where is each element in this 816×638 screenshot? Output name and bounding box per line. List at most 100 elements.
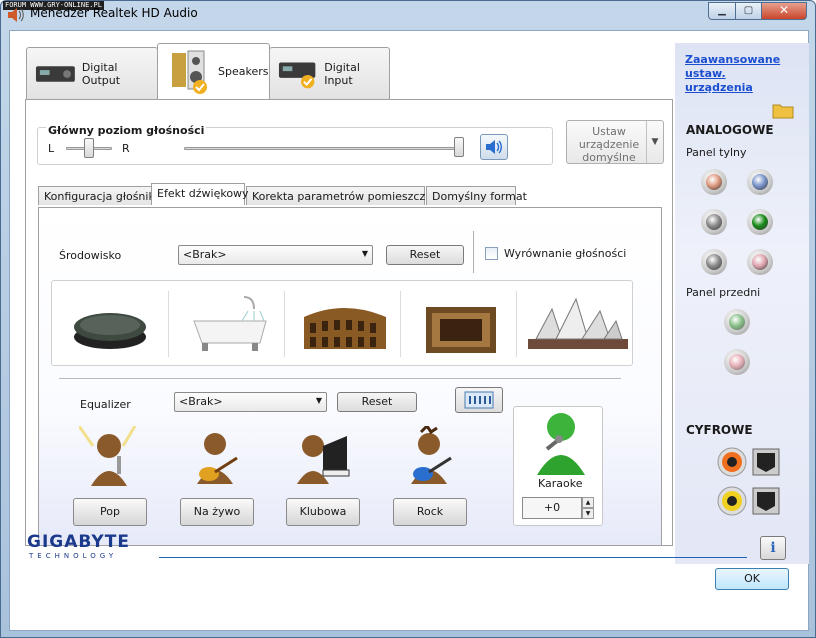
rock-guitarist-icon <box>411 426 452 484</box>
front-panel-label: Panel przedni <box>686 286 761 299</box>
env-preset-opera-house[interactable] <box>522 287 632 359</box>
divider <box>159 557 747 558</box>
rear-jack-orange[interactable] <box>701 169 727 195</box>
divider <box>473 231 474 273</box>
minimize-button[interactable]: ▁ <box>708 2 736 20</box>
stone-icon <box>74 313 146 349</box>
advanced-settings-link[interactable]: Zaawansowane ustaw. urządzenia <box>685 53 795 95</box>
divider <box>59 378 621 379</box>
rear-jack-gray[interactable] <box>701 209 727 235</box>
ok-button[interactable]: OK <box>715 568 789 590</box>
environment-reset-button[interactable]: Reset <box>386 245 464 265</box>
info-button[interactable]: i <box>760 536 786 560</box>
tab-speakers[interactable]: Speakers <box>157 43 270 99</box>
loudness-checkbox[interactable] <box>485 247 498 260</box>
tab-sound-effect[interactable]: Efekt dźwiękowy <box>151 183 249 205</box>
maximize-button[interactable]: ▢ <box>735 2 762 20</box>
eq-preset-club-button[interactable]: Klubowa <box>286 498 360 526</box>
eq-preset-pop-button[interactable]: Pop <box>73 498 147 526</box>
karaoke-group: Karaoke +0 ▲ ▼ <box>513 406 603 526</box>
front-jack-pink[interactable] <box>724 349 750 375</box>
tab-digital-output-label: Digital Output <box>81 60 121 87</box>
tab-digital-output[interactable]: Digital Output <box>26 47 158 99</box>
opera-house-icon <box>528 297 628 349</box>
rear-jack-blue[interactable] <box>747 169 773 195</box>
karaoke-singer-icon <box>537 413 585 475</box>
pop-singer-icon <box>79 426 137 486</box>
speakers-device-icon <box>172 50 207 94</box>
rear-jack-pink[interactable] <box>747 249 773 275</box>
environment-select[interactable]: <Brak> ▼ <box>178 245 373 265</box>
spin-down-icon[interactable]: ▼ <box>582 508 594 519</box>
front-jack-green[interactable] <box>724 309 750 335</box>
eq-preset-live-button[interactable]: Na żywo <box>180 498 254 526</box>
eq-preset-rock-button[interactable]: Rock <box>393 498 467 526</box>
divider <box>400 291 401 357</box>
analog-heading: ANALOGOWE <box>686 123 774 137</box>
loudness-label: Wyrównanie głośności <box>504 247 627 260</box>
speaker-icon <box>486 140 502 154</box>
tab-digital-input[interactable]: Digital Input <box>269 47 390 99</box>
tab-default-format[interactable]: Domyślny format <box>426 186 527 205</box>
master-volume-group: Główny poziom głośności L R Ustaw urządz… <box>37 120 664 165</box>
tab-digital-input-label: Digital Input <box>324 60 360 87</box>
chevron-down-icon[interactable]: ▼ <box>646 121 663 163</box>
brand-name: GIGABYTE <box>27 532 130 552</box>
tab-room-correction[interactable]: Korekta parametrów pomieszczenia <box>246 186 449 205</box>
gigabyte-logo: GIGABYTE TECHNOLOGY <box>27 532 130 560</box>
mute-button[interactable] <box>480 134 508 160</box>
coaxial-orange-icon[interactable] <box>717 447 747 477</box>
divider <box>516 291 517 357</box>
digital-output-device-icon <box>35 65 75 82</box>
close-button[interactable]: ✕ <box>761 2 807 20</box>
set-default-device-label: Ustaw urządzenie domyślne <box>578 125 640 164</box>
env-preset-bathroom[interactable] <box>174 287 284 359</box>
folder-icon[interactable] <box>772 101 794 119</box>
connector-panel: Zaawansowane ustaw. urządzenia ANALOGOWE… <box>675 43 809 564</box>
equalizer-select[interactable]: <Brak> ▼ <box>174 392 327 412</box>
karaoke-value-input[interactable]: +0 <box>522 497 582 519</box>
divider <box>284 291 285 357</box>
master-volume-title: Główny poziom głośności <box>46 124 207 137</box>
balance-right-label: R <box>122 142 130 155</box>
divider <box>168 291 169 357</box>
balance-slider[interactable] <box>84 138 94 158</box>
chevron-down-icon: ▼ <box>361 249 368 258</box>
env-preset-arena[interactable] <box>406 287 516 359</box>
balance-left-label: L <box>48 142 55 155</box>
window-title: Menedżer Realtek HD Audio <box>30 6 198 20</box>
tab-speaker-config[interactable]: Konfiguracja głośnika <box>38 186 161 205</box>
coaxial-yellow-icon[interactable] <box>717 486 747 516</box>
rear-jack-gray-2[interactable] <box>701 249 727 275</box>
rear-jack-green[interactable] <box>747 209 773 235</box>
digital-heading: CYFROWE <box>686 423 753 437</box>
app-window: FORUM WWW.GRY-ONLINE.PL Menedżer Realtek… <box>0 0 816 638</box>
brand-subtitle: TECHNOLOGY <box>29 552 118 560</box>
arena-icon <box>426 307 496 353</box>
speaker-app-icon <box>8 8 24 22</box>
speakers-panel: Główny poziom głośności L R Ustaw urządz… <box>25 99 673 546</box>
karaoke-label: Karaoke <box>538 477 583 490</box>
environment-presets <box>51 280 633 366</box>
env-preset-colosseum[interactable] <box>290 287 400 359</box>
equalizer-label: Equalizer <box>80 398 131 411</box>
digital-input-device-icon <box>278 62 316 88</box>
colosseum-icon <box>304 308 386 349</box>
spin-up-icon[interactable]: ▲ <box>582 497 594 508</box>
graphic-eq-button[interactable] <box>455 387 503 413</box>
optical-port-icon[interactable] <box>752 487 780 515</box>
environment-value: <Brak> <box>183 248 227 261</box>
equalizer-icon <box>464 391 494 409</box>
env-preset-stone[interactable] <box>58 287 168 359</box>
environment-label: Środowisko <box>59 249 122 262</box>
sound-effect-panel: Środowisko <Brak> ▼ Reset Wyrównanie głoś… <box>38 207 662 546</box>
equalizer-value: <Brak> <box>179 395 223 408</box>
bathtub-icon <box>193 296 267 351</box>
rear-panel-label: Panel tylny <box>686 146 747 159</box>
set-default-device-button[interactable]: Ustaw urządzenie domyślne ▼ <box>566 120 664 164</box>
volume-track <box>184 147 464 150</box>
volume-slider[interactable] <box>454 137 464 157</box>
club-pianist-icon <box>297 435 350 484</box>
optical-port-icon[interactable] <box>752 448 780 476</box>
equalizer-reset-button[interactable]: Reset <box>337 392 417 412</box>
